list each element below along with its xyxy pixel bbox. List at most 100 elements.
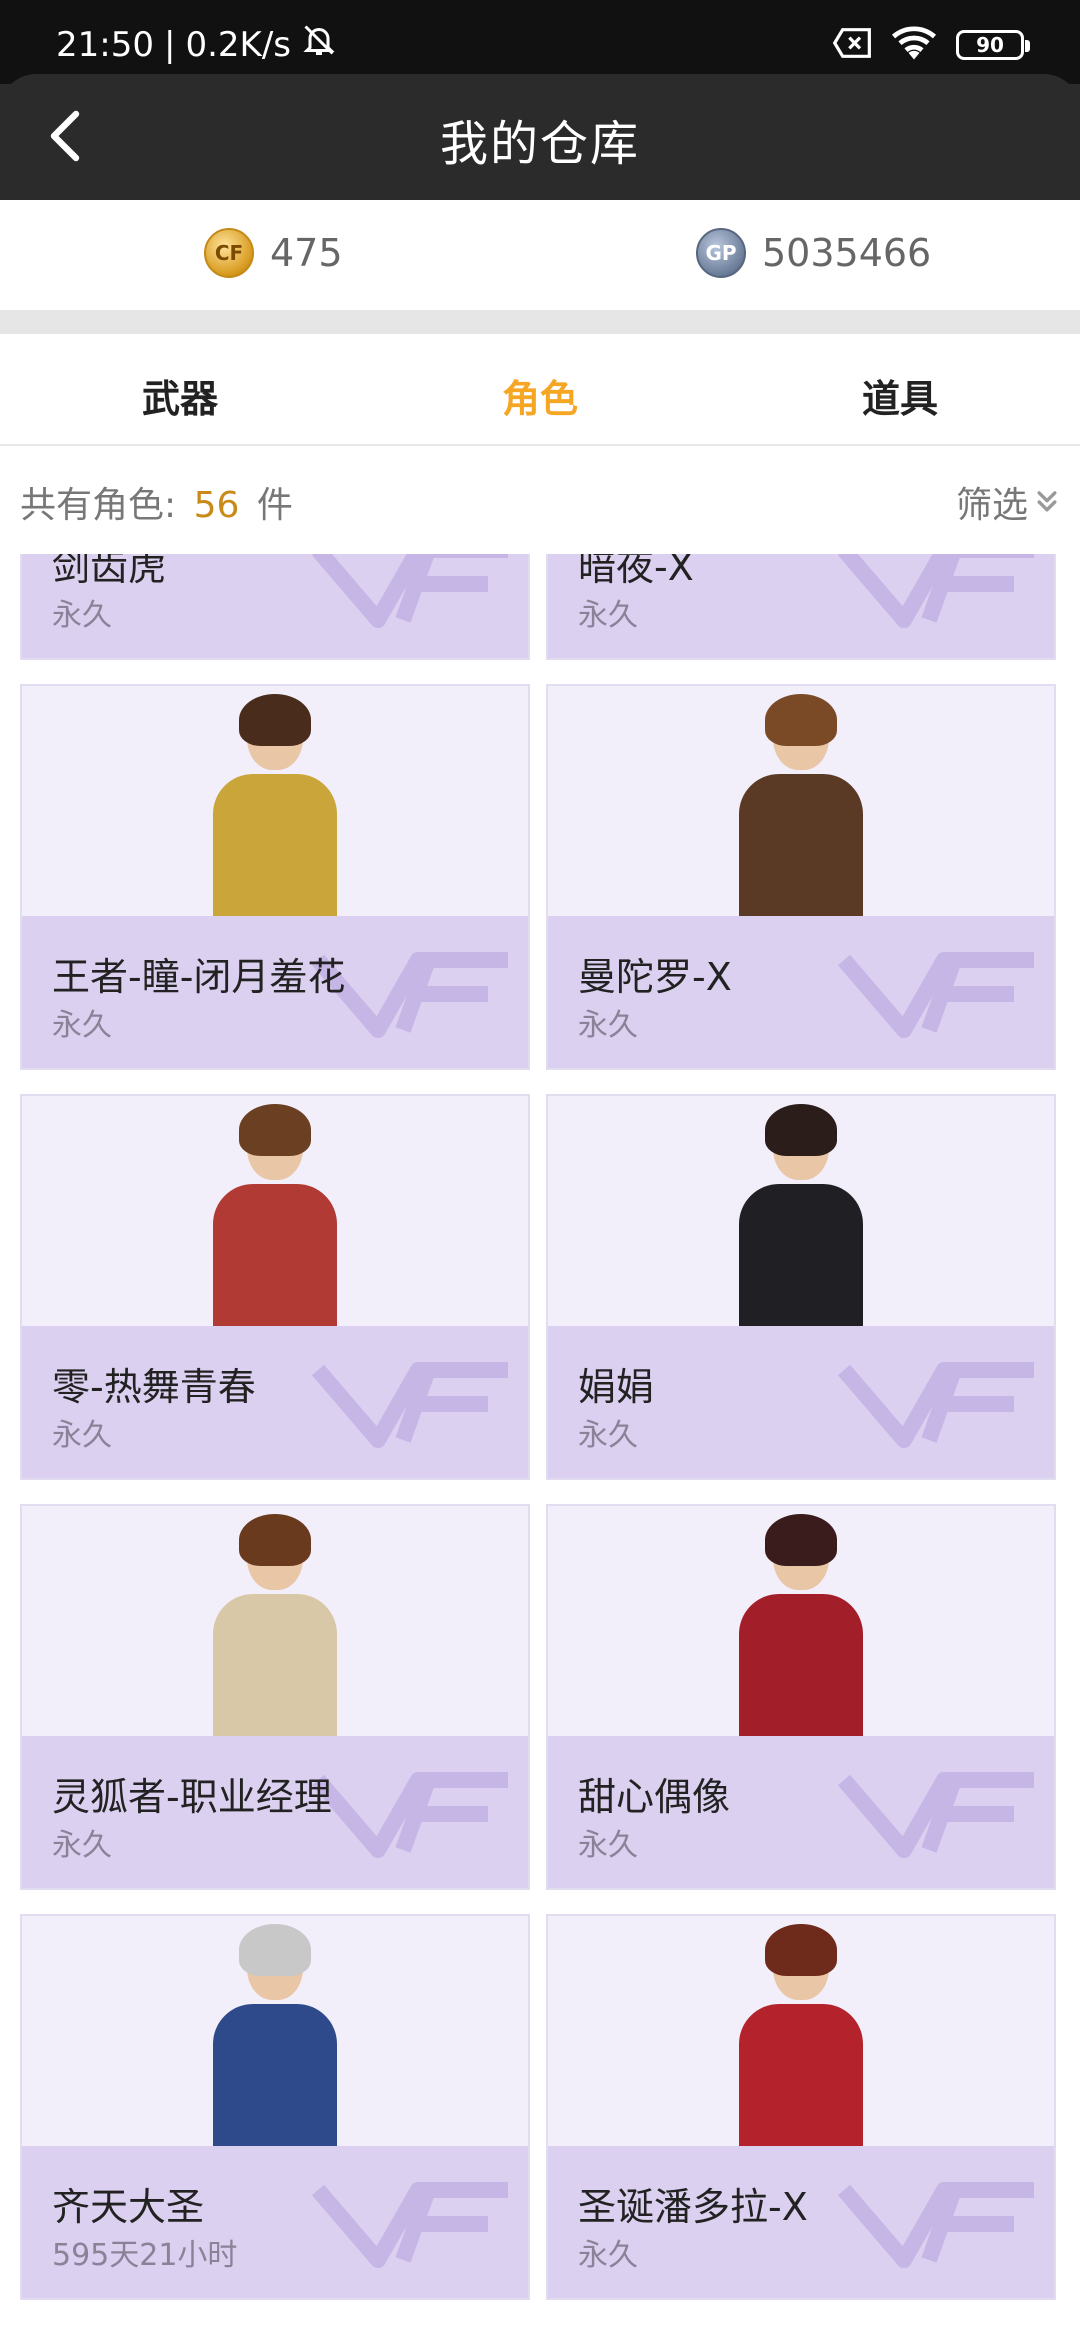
- status-bar: 21:50 | 0.2K/s 90: [0, 0, 1080, 84]
- character-info: 剑齿虎 永久: [22, 554, 528, 658]
- tab-weapons[interactable]: 武器: [0, 368, 360, 423]
- character-portrait: [22, 1096, 528, 1334]
- figure-body: [739, 774, 863, 924]
- tab-items[interactable]: 道具: [720, 368, 1080, 423]
- gp-coin-icon: GP: [696, 228, 746, 278]
- count-value: 56: [193, 485, 240, 526]
- figure-hair: [239, 1104, 311, 1156]
- figure-body: [213, 2004, 337, 2154]
- character-name: 剑齿虎: [52, 554, 167, 589]
- character-figure: [185, 1924, 365, 2154]
- cf-logo-watermark-icon: [837, 2182, 1034, 2268]
- character-name: 零-热舞青春: [52, 1365, 256, 1409]
- character-info: 齐天大圣 595天21小时: [22, 2146, 528, 2298]
- coin-balance: CF 475: [204, 228, 343, 278]
- character-card[interactable]: 娟娟 永久: [546, 1094, 1056, 1480]
- figure-hair: [765, 1104, 837, 1156]
- character-name: 灵狐者-职业经理: [52, 1775, 332, 1819]
- character-portrait: [548, 1916, 1054, 2154]
- character-portrait: [548, 686, 1054, 924]
- character-duration: 永久: [52, 1008, 112, 1043]
- character-figure: [185, 1514, 365, 1744]
- character-name: 娟娟: [578, 1365, 655, 1409]
- figure-body: [739, 1594, 863, 1744]
- wifi-icon: [892, 26, 936, 64]
- character-info: 甜心偶像 永久: [548, 1736, 1054, 1888]
- figure-body: [213, 774, 337, 924]
- navbar: 我的仓库: [0, 74, 1080, 200]
- character-portrait: [548, 1506, 1054, 1744]
- character-figure: [711, 1104, 891, 1334]
- cf-logo-watermark-icon: [311, 2182, 508, 2268]
- summary-row: 共有角色: 56 件 筛选: [0, 448, 1080, 554]
- cf-logo-watermark-icon: [837, 1772, 1034, 1858]
- character-name: 齐天大圣: [52, 2185, 205, 2229]
- cf-logo-watermark-icon: [837, 554, 1034, 628]
- character-card[interactable]: 零-热舞青春 永久: [20, 1094, 530, 1480]
- character-card[interactable]: 暗夜-X 永久: [546, 554, 1056, 660]
- character-grid: 剑齿虎 永久 暗夜-X 永久 王者-瞳-闭月羞花 永久 曼陀罗-X 永久 零-热舞青春 永久 娟娟永…: [0, 554, 1080, 2340]
- gp-balance: GP 5035466: [696, 228, 931, 278]
- item-count-text: 共有角色: 56 件: [20, 476, 293, 528]
- filter-button[interactable]: 筛选: [956, 476, 1060, 528]
- status-separator: |: [163, 24, 176, 65]
- character-info: 零-热舞青春 永久: [22, 1326, 528, 1478]
- figure-hair: [765, 694, 837, 746]
- cf-logo-watermark-icon: [837, 952, 1034, 1038]
- count-suffix: 件: [256, 485, 293, 526]
- character-portrait: [22, 1506, 528, 1744]
- character-duration: 595天21小时: [52, 2238, 238, 2273]
- character-duration: 永久: [52, 598, 112, 633]
- figure-body: [739, 1184, 863, 1334]
- count-prefix: 共有角色:: [20, 485, 177, 526]
- page-title: 我的仓库: [439, 116, 640, 172]
- character-figure: [711, 1924, 891, 2154]
- cf-logo-watermark-icon: [837, 1362, 1034, 1448]
- character-card[interactable]: 王者-瞳-闭月羞花 永久: [20, 684, 530, 1070]
- tab-characters[interactable]: 角色: [360, 368, 720, 423]
- filter-label: 筛选: [955, 485, 1028, 526]
- character-figure: [185, 1104, 365, 1334]
- figure-hair: [765, 1514, 837, 1566]
- figure-hair: [239, 1924, 311, 1976]
- character-duration: 永久: [578, 2238, 638, 2273]
- character-duration: 永久: [578, 1418, 638, 1453]
- sim-x-icon: [832, 27, 872, 63]
- section-divider: [0, 310, 1080, 334]
- character-name: 曼陀罗-X: [578, 955, 732, 999]
- character-card[interactable]: 灵狐者-职业经理 永久: [20, 1504, 530, 1890]
- character-info: 王者-瞳-闭月羞花 永久: [22, 916, 528, 1068]
- battery-level: 90: [976, 33, 1004, 57]
- gp-icon-label: GP: [705, 241, 737, 265]
- character-portrait: [22, 1916, 528, 2154]
- status-right: 90: [832, 26, 1030, 64]
- cf-coin-icon: CF: [204, 228, 254, 278]
- character-figure: [711, 694, 891, 924]
- character-info: 圣诞潘多拉-X 永久: [548, 2146, 1054, 2298]
- coin-value: 475: [270, 231, 343, 275]
- status-net-speed: 0.2K/s: [185, 24, 291, 65]
- figure-hair: [765, 1924, 837, 1976]
- character-duration: 永久: [578, 1828, 638, 1863]
- cf-logo-watermark-icon: [311, 554, 508, 628]
- character-card[interactable]: 剑齿虎 永久: [20, 554, 530, 660]
- character-name: 甜心偶像: [578, 1775, 731, 1819]
- bell-muted-icon: [301, 22, 337, 67]
- figure-hair: [239, 694, 311, 746]
- double-chevron-down-icon: [1037, 491, 1057, 512]
- character-info: 暗夜-X 永久: [548, 554, 1054, 658]
- character-info: 曼陀罗-X 永久: [548, 916, 1054, 1068]
- status-left: 21:50 | 0.2K/s: [56, 22, 337, 67]
- character-info: 娟娟 永久: [548, 1326, 1054, 1478]
- battery-icon: 90: [956, 30, 1030, 60]
- figure-body: [213, 1184, 337, 1334]
- character-card[interactable]: 圣诞潘多拉-X 永久: [546, 1914, 1056, 2300]
- character-card[interactable]: 齐天大圣 595天21小时: [20, 1914, 530, 2300]
- character-card[interactable]: 曼陀罗-X 永久: [546, 684, 1056, 1070]
- character-figure: [185, 694, 365, 924]
- cf-logo-watermark-icon: [311, 1772, 508, 1858]
- character-duration: 永久: [578, 1008, 638, 1043]
- character-portrait: [22, 686, 528, 924]
- character-card[interactable]: 甜心偶像 永久: [546, 1504, 1056, 1890]
- figure-body: [213, 1594, 337, 1744]
